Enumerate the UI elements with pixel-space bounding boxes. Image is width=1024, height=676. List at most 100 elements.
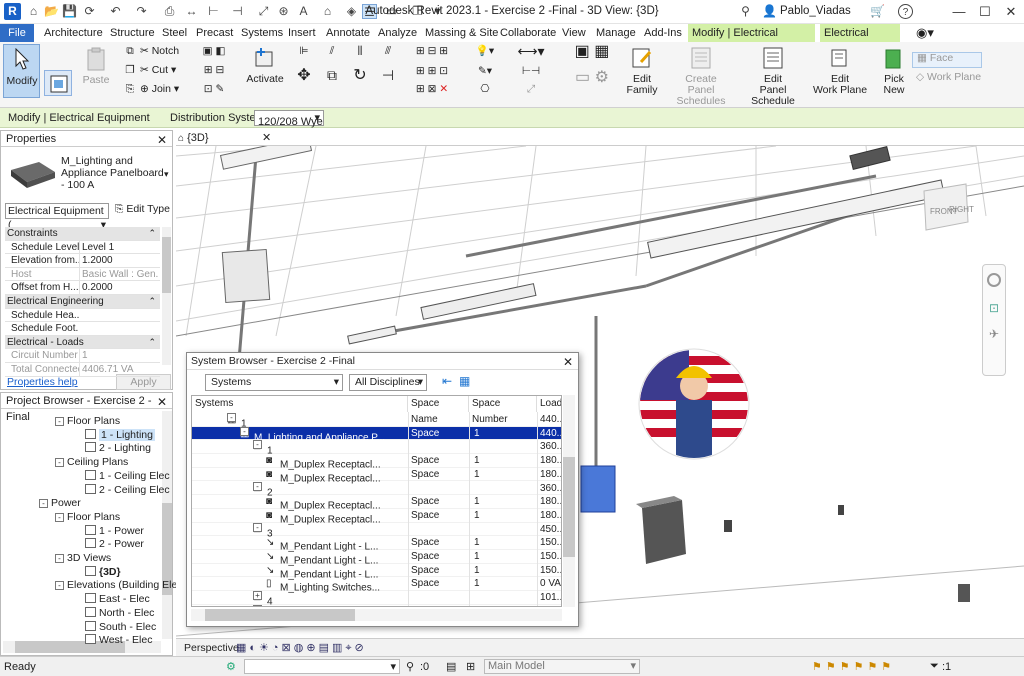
property-value[interactable]: Basic Wall : Gen... (79, 267, 159, 281)
measure-tool-icon[interactable]: ⟷▾ (508, 44, 554, 58)
spot-icon[interactable]: ⤢ (256, 4, 271, 19)
tab-add-ins[interactable]: Add-Ins (640, 24, 686, 42)
tab-file[interactable]: File (0, 24, 34, 42)
browser-node[interactable]: - Elevations (Building Ele (55, 579, 177, 592)
browser-node[interactable]: 2 - Power (85, 538, 144, 551)
property-value[interactable]: 0.2000 (79, 281, 159, 295)
property-row[interactable]: Schedule Hea... (5, 309, 160, 323)
browser-node[interactable]: - Floor Plans (55, 511, 120, 524)
measure-icon[interactable]: ↔ (184, 4, 199, 19)
type-dropdown-icon[interactable]: ▾ (164, 169, 169, 180)
maximize-button[interactable]: ☐ (972, 2, 998, 22)
browser-node[interactable]: West - Elec (85, 634, 152, 647)
browser-node[interactable]: East - Elec (85, 593, 150, 606)
discipline-select[interactable]: All Disciplines ▾ (349, 374, 427, 391)
pin-delete-icon[interactable]: ⊞ ⊠ ✕ (410, 84, 454, 95)
system-row[interactable]: ◙M_Duplex Receptacl...Space1180... (192, 468, 561, 485)
main-model-select[interactable]: Main Model ▾ (484, 659, 640, 674)
copy-icon[interactable]: ❐ (120, 65, 140, 79)
tab-systems[interactable]: Systems (237, 24, 287, 42)
close-icon[interactable]: ✕ (157, 132, 167, 148)
revit-logo-icon[interactable]: R (4, 3, 21, 20)
system-row[interactable]: -⊞2360... (192, 481, 561, 498)
cope-icon[interactable]: ⧉ (120, 46, 140, 60)
tab-view[interactable]: View (558, 24, 590, 42)
redo-icon[interactable]: ↷ (134, 4, 149, 19)
browser-node[interactable]: 1 - Lighting (85, 428, 155, 442)
view-controls-icons[interactable]: ▦◐☀◔⊠◍⊕▤▥⌖⊘ (236, 641, 367, 655)
tab-collaborate[interactable]: Collaborate (496, 24, 560, 42)
property-group[interactable]: Electrical - Loads ⌃ (5, 335, 160, 350)
modify-button[interactable]: Modify (3, 44, 40, 98)
fly-icon[interactable]: ✈ (987, 327, 1001, 341)
minimize-button[interactable]: — (946, 2, 972, 22)
receptacle[interactable] (724, 520, 732, 532)
design-option-icon[interactable]: ⊞ (466, 660, 475, 673)
systems-hscroll[interactable] (191, 609, 562, 621)
3d-view-icon[interactable]: ⌂ (320, 4, 335, 19)
system-row[interactable]: ◙M_Duplex Receptacl...Space1180... (192, 495, 561, 512)
create-tool-icon[interactable]: ⤢ (508, 84, 554, 95)
autofit-columns-icon[interactable]: ⇤ (442, 374, 452, 388)
qat-dropdown-icon[interactable]: ▾ (430, 4, 445, 19)
tab-precast[interactable]: Precast (192, 24, 237, 42)
trim-icon[interactable]: ⊣ (378, 68, 398, 82)
tag-icon[interactable]: ⊛ (276, 4, 291, 19)
expand-toggle-icon[interactable]: + (253, 604, 262, 606)
expand-toggle-icon[interactable]: - (39, 499, 48, 509)
close-icon[interactable]: ✕ (563, 354, 573, 371)
create-panel-schedules-button[interactable]: Create Panel Schedules (664, 44, 738, 107)
section-icon[interactable]: ◈ (344, 4, 359, 19)
text-icon[interactable]: A (296, 4, 311, 19)
view-mode-label[interactable]: Perspective (184, 642, 239, 654)
expand-toggle-icon[interactable]: - (55, 581, 64, 591)
browser-node[interactable]: 2 - Ceiling Elec (85, 483, 170, 497)
browser-node[interactable]: - Ceiling Plans (55, 456, 128, 469)
browser-node[interactable]: - Power (39, 497, 81, 510)
face-button[interactable]: ▦ Face (912, 52, 982, 68)
tab-massing-site[interactable]: Massing & Site (421, 24, 502, 42)
override-icon[interactable]: ✎▾ (470, 66, 500, 77)
filter-icon[interactable]: ⚲ (406, 660, 414, 673)
close-icon[interactable]: ✕ (262, 131, 271, 145)
system-row[interactable]: ↘M_Pendant Light - L...Space1150... (192, 536, 561, 553)
activate-button[interactable]: Activate (244, 44, 286, 98)
close-button[interactable]: ✕ (998, 2, 1024, 22)
dimension-tool-icon[interactable]: ⊢⊣ (508, 66, 554, 77)
view-tools-icon[interactable]: 💡▾ (470, 46, 500, 57)
view-by-select[interactable]: Systems ▾ (205, 374, 343, 391)
close-icon[interactable]: ✕ (157, 394, 167, 410)
receptacle[interactable] (958, 584, 970, 602)
system-row[interactable]: -⊞1360... (192, 440, 561, 457)
tab-electrical-circuits[interactable]: Electrical Circuits (820, 24, 900, 57)
system-row[interactable]: -▦1440... (192, 413, 561, 430)
system-row[interactable]: ↘M_Pendant Light - L...Space1150... (192, 550, 561, 567)
search-icon[interactable]: ⚲ (738, 4, 753, 19)
receptacle[interactable] (838, 505, 844, 515)
selection-toggles-icons[interactable]: ⚑⚑⚑⚑⚑⚑ (812, 660, 895, 673)
paint-icon[interactable]: ⊡ ✎ (194, 84, 234, 98)
transformer-equipment[interactable] (636, 496, 686, 564)
col-header-load[interactable]: Load (537, 396, 561, 412)
move-icon[interactable]: ✥ (294, 68, 314, 84)
cart-icon[interactable]: 🛒 (870, 4, 885, 19)
property-row[interactable]: Offset from H... 0.2000 (5, 281, 160, 295)
steering-wheel-icon[interactable] (987, 273, 1001, 287)
selected-panelboard[interactable] (580, 465, 616, 513)
print-icon[interactable]: ⎙ (162, 4, 177, 19)
system-row[interactable]: +⊞5 450... (192, 604, 561, 606)
split-icon[interactable]: ⊞ ⊟ ⊞ (410, 46, 454, 57)
home-icon[interactable]: ⌂ (26, 4, 41, 19)
expand-toggle-icon[interactable]: - (55, 417, 64, 426)
tab-manage[interactable]: Manage (592, 24, 640, 42)
system-row[interactable]: ↘M_Pendant Light - L...Space1150... (192, 564, 561, 580)
expand-toggle-icon[interactable]: - (253, 440, 262, 450)
tab-steel[interactable]: Steel (158, 24, 191, 42)
property-value[interactable]: 1 (79, 349, 159, 363)
join-button[interactable]: ⊕ Join ▾ (140, 84, 190, 98)
offset-icon[interactable]: ⫽ (322, 46, 342, 57)
properties-help-link[interactable]: Properties help (7, 376, 78, 388)
property-value[interactable]: 1.2000 (79, 254, 159, 268)
select-options-button[interactable] (44, 70, 72, 96)
ribbon-toggle-icon[interactable]: ◉▾ (912, 24, 938, 42)
